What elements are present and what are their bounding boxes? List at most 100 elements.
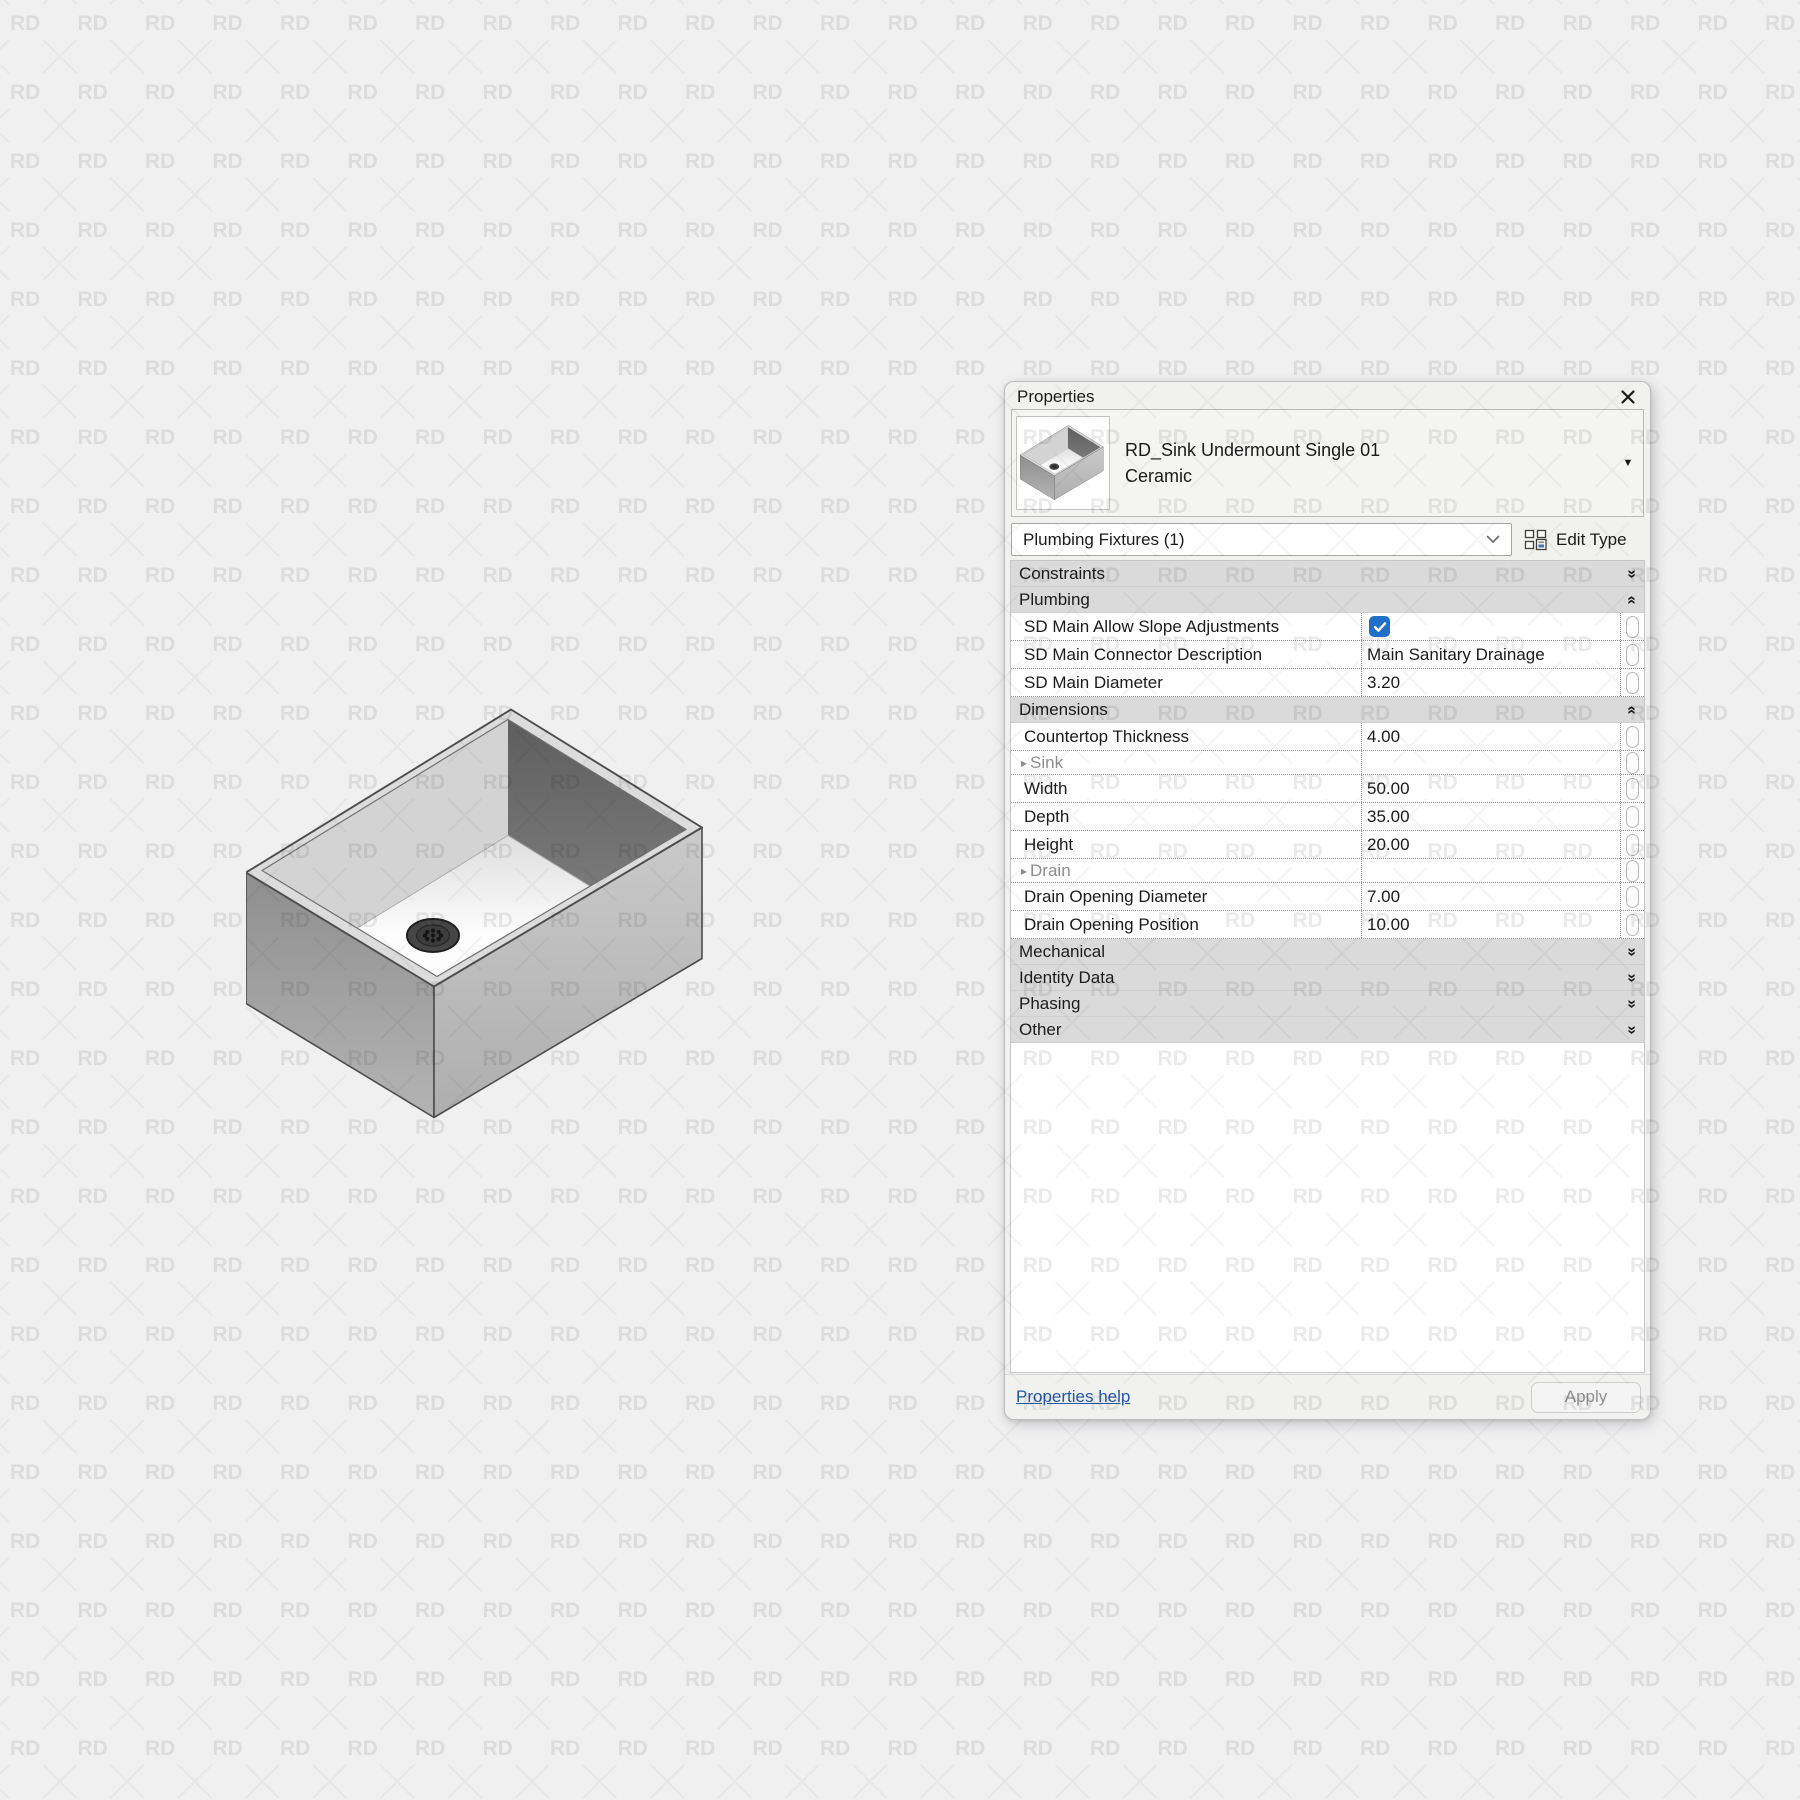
property-value-sink [1361,751,1620,774]
property-value-drain [1361,859,1620,882]
property-label: SD Main Diameter [1024,673,1163,693]
associate-parameter-button[interactable] [1626,672,1639,694]
property-value-countertop-thickness[interactable]: 4.00 [1361,723,1620,750]
edit-type-button[interactable]: Edit Type [1512,523,1644,556]
chevron-double-down-icon[interactable]: » [1624,1025,1640,1034]
property-label-cell: Countertop Thickness [1011,723,1361,750]
associate-parameter-cell [1620,751,1644,774]
property-row-sd-main-allow-slope-adjustments: SD Main Allow Slope Adjustments [1011,613,1644,641]
property-value-text: 20.00 [1367,835,1410,855]
associate-parameter-button[interactable] [1626,726,1639,748]
property-value-text: 7.00 [1367,887,1400,907]
property-value-depth[interactable]: 35.00 [1361,803,1620,830]
property-label-cell: SD Main Allow Slope Adjustments [1011,613,1361,640]
properties-panel: Properties RD_Sink Undermount Single 01 … [1004,381,1651,1420]
chevron-double-down-icon[interactable]: » [1624,947,1640,956]
grid-rows: Constraints» Plumbing » SD Main Allow Slope… [1011,561,1644,1043]
property-value-sd-main-diameter[interactable]: 3.20 [1361,669,1620,696]
property-value-text: Main Sanitary Drainage [1367,645,1545,665]
associate-parameter-button[interactable] [1626,914,1639,936]
section-header-plumbing[interactable]: Plumbing » [1011,587,1644,613]
property-label: SD Main Connector Description [1024,645,1262,665]
property-label: Drain Opening Position [1024,915,1199,935]
selection-combo[interactable]: Plumbing Fixtures (1) [1011,523,1512,556]
section-header-identity-data[interactable]: Identity Data » [1011,965,1644,991]
subgroup-expand-icon[interactable]: ▸ [1021,756,1027,770]
associate-parameter-cell [1620,831,1644,858]
associate-parameter-button[interactable] [1626,644,1639,666]
property-row-depth: Depth35.00 [1011,803,1644,831]
associate-parameter-button[interactable] [1626,806,1639,828]
apply-button[interactable]: Apply [1531,1382,1641,1413]
associate-parameter-button[interactable] [1626,834,1639,856]
property-label-cell: SD Main Diameter [1011,669,1361,696]
property-label-cell: SD Main Connector Description [1011,641,1361,668]
close-icon[interactable] [1618,387,1638,407]
property-label: Height [1024,835,1073,855]
property-value-text: 10.00 [1367,915,1410,935]
properties-help-link[interactable]: Properties help [1016,1387,1130,1407]
property-value-text: 4.00 [1367,727,1400,747]
type-family-name: RD_Sink Undermount Single 01 [1125,437,1613,463]
apply-button-label: Apply [1565,1387,1608,1407]
section-label: Mechanical [1011,942,1105,962]
section-header-mechanical[interactable]: Mechanical » [1011,939,1644,965]
property-label-cell: Width [1011,775,1361,802]
property-label: Sink [1030,753,1063,773]
section-header-constraints[interactable]: Constraints» [1011,561,1644,587]
subgroup-expand-icon[interactable]: ▸ [1021,864,1027,878]
section-header-phasing[interactable]: Phasing » [1011,991,1644,1017]
edit-type-label: Edit Type [1556,530,1627,550]
chevron-double-up-icon[interactable]: » [1624,705,1640,714]
sink-3d-svg [246,706,716,1131]
associate-parameter-button[interactable] [1626,778,1639,800]
property-value-text: 50.00 [1367,779,1410,799]
property-label: Drain Opening Diameter [1024,887,1207,907]
chevron-double-down-icon[interactable]: » [1624,569,1640,578]
property-grid: Constraints» Plumbing » SD Main Allow Slope… [1010,560,1645,1373]
associate-parameter-button[interactable] [1626,752,1639,774]
selection-row: Plumbing Fixtures (1) Edit Type [1011,523,1644,556]
associate-parameter-button[interactable] [1626,616,1639,638]
associate-parameter-cell [1620,883,1644,910]
associate-parameter-cell [1620,775,1644,802]
type-text: RD_Sink Undermount Single 01 Ceramic [1110,437,1613,489]
associate-parameter-cell [1620,641,1644,668]
property-label: Drain [1030,861,1071,881]
associate-parameter-button[interactable] [1626,886,1639,908]
associate-parameter-cell [1620,859,1644,882]
sink-3d-render [246,706,716,1136]
panel-title: Properties [1017,387,1094,407]
property-label-cell: ▸Sink [1011,751,1361,774]
type-selector[interactable]: RD_Sink Undermount Single 01 Ceramic ▼ [1011,409,1644,517]
section-label: Phasing [1011,994,1080,1014]
property-value-sd-main-allow-slope-adjustments[interactable] [1361,613,1620,640]
property-value-sd-main-connector-description[interactable]: Main Sanitary Drainage [1361,641,1620,668]
property-row-height: Height 20.00 [1011,831,1644,859]
section-label: Plumbing [1011,590,1090,610]
section-label: Dimensions [1011,700,1108,720]
property-label-cell: ▸Drain [1011,859,1361,882]
associate-parameter-button[interactable] [1626,860,1639,882]
type-thumbnail-sink-icon [1020,425,1106,502]
associate-parameter-cell [1620,613,1644,640]
section-label: Identity Data [1011,968,1114,988]
property-row-countertop-thickness: Countertop Thickness 4.00 [1011,723,1644,751]
chevron-double-down-icon[interactable]: » [1624,973,1640,982]
checkbox-checked[interactable] [1369,616,1390,637]
type-dropdown-icon[interactable]: ▼ [1613,457,1643,469]
type-name: Ceramic [1125,463,1613,489]
chevron-double-down-icon[interactable]: » [1624,999,1640,1008]
section-header-dimensions[interactable]: Dimensions » [1011,697,1644,723]
chevron-double-up-icon[interactable]: » [1624,595,1640,604]
property-value-height[interactable]: 20.00 [1361,831,1620,858]
property-value-drain-opening-position[interactable]: 10.00 [1361,911,1620,938]
property-row-drain-opening-diameter: Drain Opening Diameter 7.00 [1011,883,1644,911]
panel-footer: Properties help Apply [1005,1374,1650,1419]
property-label-cell: Depth [1011,803,1361,830]
panel-titlebar: Properties [1005,382,1650,409]
property-value-drain-opening-diameter[interactable]: 7.00 [1361,883,1620,910]
edit-type-icon [1524,529,1548,551]
section-header-other[interactable]: Other» [1011,1017,1644,1043]
property-value-width[interactable]: 50.00 [1361,775,1620,802]
